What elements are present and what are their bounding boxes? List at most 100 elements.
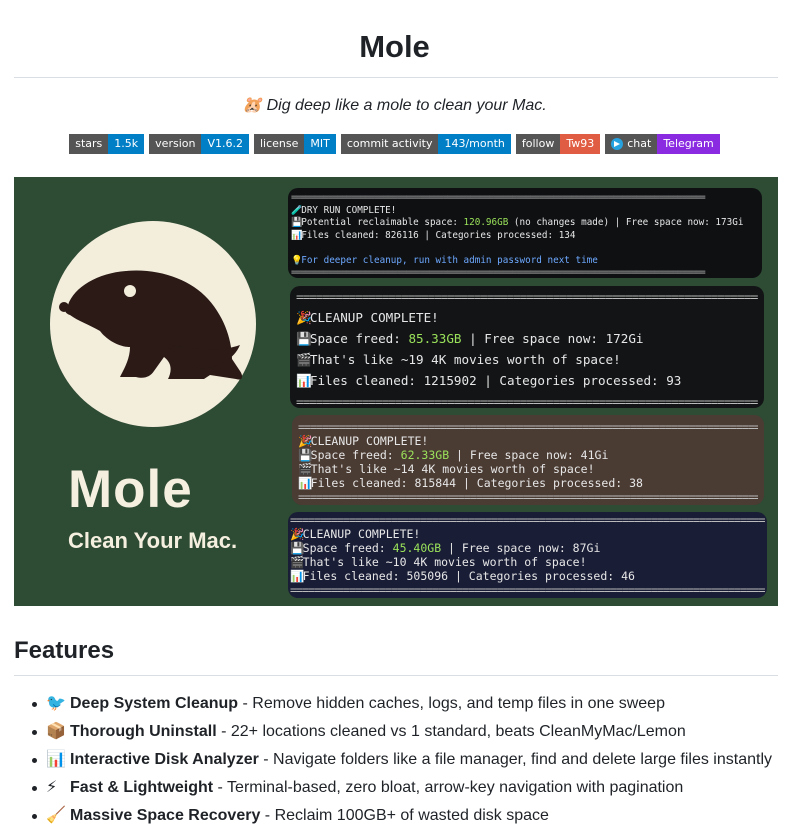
- readme-page: Mole 🐹 Dig deep like a mole to clean you…: [0, 0, 789, 835]
- terminal-line: 🎉CLEANUP COMPLETE!: [296, 307, 758, 328]
- feature-name: Fast & Lightweight: [70, 779, 214, 796]
- badge-label: stars: [69, 134, 109, 154]
- line-text: Space freed:: [309, 331, 409, 346]
- bird-icon: 🐦: [46, 695, 66, 712]
- line-text: Space freed:: [302, 541, 393, 555]
- line-text: Files cleaned: 815844 | Categories proce…: [310, 476, 643, 490]
- line-text: Space freed:: [310, 448, 401, 462]
- terminal-line: 🎬That's like ~19 4K movies worth of spac…: [296, 349, 758, 370]
- feature-description: - Reclaim 100GB+ of wasted disk space: [260, 807, 549, 824]
- telegram-icon: [611, 138, 624, 150]
- feature-description: - Terminal-based, zero bloat, arrow-key …: [213, 779, 684, 796]
- separator-line: ========================================…: [290, 583, 765, 597]
- badge-value: V1.6.2: [201, 134, 249, 154]
- separator-line: ========================================…: [291, 192, 706, 203]
- terminal-line: 📊Files cleaned: 505096 | Categories proc…: [290, 569, 765, 583]
- line-text: That's like ~10 4K movies worth of space…: [302, 555, 587, 569]
- badge-value: Telegram: [657, 134, 720, 154]
- hero-banner-image: Mole Clean Your Mac. ===================…: [14, 177, 778, 606]
- line-text: CLEANUP COMPLETE!: [310, 434, 429, 448]
- badge-value: Tw93: [560, 134, 601, 154]
- separator-line: ========================================…: [290, 513, 765, 527]
- line-text: Files cleaned: 505096 | Categories proce…: [302, 569, 635, 583]
- badge-license[interactable]: license MIT: [253, 134, 336, 154]
- line-text: That's like ~19 4K movies worth of space…: [309, 352, 621, 367]
- separator-line: ========================================…: [298, 490, 758, 504]
- badge-value: MIT: [304, 134, 336, 154]
- line-text: Files cleaned: 826116 | Categories proce…: [301, 229, 576, 241]
- terminal-cleanup-3: ========================================…: [288, 512, 767, 598]
- badge-stars[interactable]: stars 1.5k: [69, 134, 145, 154]
- feature-item: 🐦 Deep System Cleanup - Remove hidden cac…: [32, 690, 786, 718]
- tip-text: For deeper cleanup, run with admin passw…: [301, 254, 598, 266]
- bar-chart-icon: 📊: [296, 373, 312, 388]
- terminal-line: 🎉CLEANUP COMPLETE!: [298, 434, 758, 448]
- brand-name: Mole: [68, 460, 193, 519]
- party-popper-icon: 🎉: [298, 434, 313, 448]
- separator-line: ========================================…: [291, 267, 706, 278]
- badge-label: follow: [515, 134, 561, 154]
- feature-name: Massive Space Recovery: [70, 807, 261, 824]
- broom-icon: 🧹: [46, 807, 66, 824]
- badge-row: stars 1.5k version V1.6.2 license MIT co…: [0, 134, 789, 154]
- bar-chart-icon: 📊: [46, 751, 66, 768]
- badge-commit-activity[interactable]: commit activity 143/month: [340, 134, 511, 154]
- terminal-line: 💾Space freed: 45.40GB | Free space now: …: [290, 541, 765, 555]
- bar-chart-icon: 📊: [290, 569, 305, 583]
- terminal-line: 💡For deeper cleanup, run with admin pass…: [291, 255, 759, 268]
- badge-follow[interactable]: follow Tw93: [515, 134, 601, 154]
- terminal-line: 💾Space freed: 62.33GB | Free space now: …: [298, 448, 758, 462]
- line-text: DRY RUN COMPLETE!: [301, 204, 397, 216]
- line-text: | Free space now: 87Gi: [441, 541, 601, 555]
- separator-line: ========================================…: [296, 394, 758, 408]
- terminal-line: 📊Files cleaned: 1215902 | Categories pro…: [296, 370, 758, 391]
- line-text: CLEANUP COMPLETE!: [302, 527, 421, 541]
- bar-chart-icon: 📊: [298, 476, 313, 490]
- line-text: That's like ~14 4K movies worth of space…: [310, 462, 595, 476]
- title-divider: [14, 77, 778, 78]
- badge-label: license: [253, 134, 305, 154]
- line-text: Potential reclaimable space:: [301, 217, 464, 228]
- badge-version[interactable]: version V1.6.2: [149, 134, 249, 154]
- terminal-cleanup-1: ========================================…: [290, 286, 764, 408]
- tagline: 🐹 Dig deep like a mole to clean your Mac…: [242, 97, 547, 114]
- badge-label-wrap: chat: [605, 134, 658, 154]
- lightning-icon: ⚡: [46, 779, 58, 796]
- space-value: 85.33GB: [408, 331, 462, 346]
- features-list: 🐦 Deep System Cleanup - Remove hidden cac…: [32, 690, 786, 830]
- feature-name: Thorough Uninstall: [70, 723, 217, 740]
- line-text: CLEANUP COMPLETE!: [309, 310, 439, 325]
- terminal-line: 🧪DRY RUN COMPLETE!: [291, 205, 759, 218]
- feature-description: - 22+ locations cleaned vs 1 standard, b…: [216, 723, 686, 740]
- feature-name: Deep System Cleanup: [70, 695, 239, 712]
- feature-item: 📦 Thorough Uninstall - 22+ locations clea…: [32, 718, 786, 746]
- floppy-disk-icon: 💾: [296, 331, 312, 346]
- mole-logo: [50, 221, 256, 427]
- line-text: Files cleaned: 1215902 | Categories proc…: [309, 373, 682, 388]
- clapperboard-icon: 🎬: [290, 555, 305, 569]
- badge-value: 1.5k: [108, 134, 145, 154]
- terminal-line: 🎬That's like ~14 4K movies worth of spac…: [298, 462, 758, 476]
- party-popper-icon: 🎉: [290, 527, 305, 541]
- feature-item: ⚡ Fast & Lightweight - Terminal-based, ze…: [32, 774, 786, 802]
- feature-item: 📊 Interactive Disk Analyzer - Navigate fo…: [32, 746, 786, 774]
- badge-value: 143/month: [438, 134, 511, 154]
- brand-tagline: Clean Your Mac.: [68, 528, 238, 553]
- separator-line: ========================================…: [298, 420, 758, 434]
- feature-description: - Remove hidden caches, logs, and temp f…: [238, 695, 665, 712]
- terminal-line: 🎬That's like ~10 4K movies worth of spac…: [290, 555, 765, 569]
- terminal-line: 💾Potential reclaimable space: 120.96GB (…: [291, 217, 759, 230]
- badge-telegram-chat[interactable]: chat Telegram: [605, 134, 720, 154]
- features-divider: [14, 675, 778, 676]
- terminal-line: 💾Space freed: 85.33GB | Free space now: …: [296, 328, 758, 349]
- mole-icon: [59, 270, 243, 380]
- test-tube-icon: 🧪: [291, 204, 303, 216]
- line-text: (no changes made) | Free space now: 173G…: [508, 217, 744, 228]
- page-title: Mole: [359, 29, 430, 64]
- line-text: | Free space now: 41Gi: [449, 448, 609, 462]
- line-text: | Free space now: 172Gi: [461, 331, 644, 346]
- feature-name: Interactive Disk Analyzer: [70, 751, 259, 768]
- badge-label: commit activity: [340, 134, 439, 154]
- feature-description: - Navigate folders like a file manager, …: [258, 751, 772, 768]
